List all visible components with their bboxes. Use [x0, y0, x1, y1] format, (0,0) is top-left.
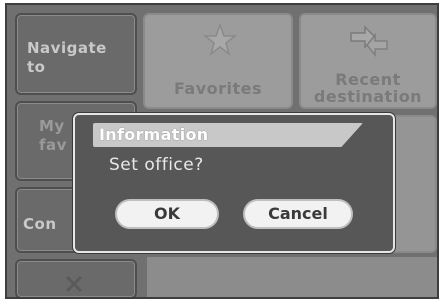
close-icon [65, 275, 83, 293]
recent-destination-label: Recent destination [313, 70, 423, 106]
arrows-icon [350, 25, 388, 57]
navigation-screen: Navigate to My fav Con Favorites Recent … [5, 3, 439, 299]
star-icon [203, 23, 237, 56]
bottom-left-button[interactable] [15, 259, 137, 297]
information-dialog: Information Set office? OK Cancel [73, 113, 395, 253]
bottom-strip [147, 257, 437, 297]
cancel-button[interactable]: Cancel [243, 199, 353, 229]
device-frame: Navigate to My fav Con Favorites Recent … [0, 0, 446, 303]
ok-button[interactable]: OK [115, 199, 219, 229]
navigate-to-button[interactable]: Navigate to [15, 13, 137, 95]
dialog-title-bar: Information [93, 123, 363, 147]
favorites-label: Favorites [173, 79, 263, 98]
dialog-title: Information [99, 125, 209, 144]
dialog-message: Set office? [109, 155, 204, 175]
contacts-label: Con [23, 215, 57, 233]
favorites-button[interactable]: Favorites [143, 13, 293, 109]
navigate-to-label: Navigate to [27, 39, 107, 76]
recent-destination-button[interactable]: Recent destination [299, 13, 437, 109]
